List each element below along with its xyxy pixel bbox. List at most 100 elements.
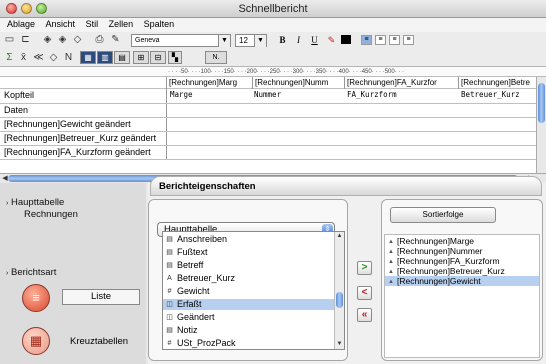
add-sort-field-button[interactable]: > [357, 261, 372, 275]
report-row-betreuer[interactable]: [Rechnungen]Betreuer_Kurz geändert [0, 132, 536, 146]
list-item[interactable]: ◫ Geändert [163, 312, 334, 323]
underline-button[interactable]: U [308, 34, 321, 46]
list-item[interactable]: ▲ [Rechnungen]Nummer [385, 246, 539, 256]
scroll-thumb[interactable] [336, 292, 343, 308]
ascending-icon[interactable]: ▲ [388, 267, 394, 276]
column-header[interactable]: [Rechnungen]Marg [166, 77, 252, 89]
insert-row-icon[interactable]: ⊞ [133, 51, 149, 64]
style-a-icon[interactable]: ▚ [168, 51, 182, 64]
list-item[interactable]: ▤ Notiz [163, 325, 334, 336]
date-field-icon: ◫ [166, 314, 173, 321]
menu-spalten[interactable]: Spalten [140, 18, 179, 29]
sort-order-box: Sortierfolge ▲ [Rechnungen]Marge ▲ [Rechnun… [381, 199, 543, 361]
min-icon[interactable]: ≪ [32, 52, 45, 64]
field-label: Geändert [177, 312, 215, 322]
view-table-icon[interactable]: ▤ [114, 51, 130, 64]
report-cell[interactable]: FA_Kurzform [347, 90, 397, 99]
save-as-icon[interactable]: ◈ [56, 34, 69, 46]
column-header[interactable]: [Rechnungen]Numm [252, 77, 344, 89]
sort-field-label: [Rechnungen]Gewicht [397, 276, 481, 286]
list-item[interactable]: # USt_ProzPack [163, 338, 334, 349]
sum-icon[interactable]: Σ [3, 52, 16, 64]
kreuztabellen-label[interactable]: Kreuztabellen [70, 336, 128, 347]
list-item[interactable]: A Betreuer_Kurz [163, 273, 334, 284]
field-label: USt_ProzPack [177, 338, 236, 348]
disclosure-icon[interactable]: › [6, 200, 8, 207]
scroll-up-icon[interactable]: ▲ [335, 232, 344, 240]
font-select[interactable]: Geneva ▼ [131, 34, 231, 47]
print-preview-icon[interactable]: ⎙ [93, 34, 106, 46]
column-header[interactable]: [Rechnungen]Betre [458, 77, 536, 89]
report-cell[interactable]: Nummer [254, 90, 281, 99]
sort-field-label: [Rechnungen]Marge [397, 236, 475, 246]
field-list-scrollbar[interactable]: ▲ ▼ [334, 232, 344, 349]
align-justify-button[interactable]: ≡ [403, 35, 414, 45]
align-left-button[interactable]: ≡ [361, 35, 372, 45]
field-label: Anschreiben [177, 234, 228, 244]
new-document-icon[interactable]: ▭ [3, 34, 16, 46]
list-item[interactable]: ◫ Erfaßt [163, 299, 334, 310]
report-row-gewicht[interactable]: [Rechnungen]Gewicht geändert [0, 118, 536, 132]
row-label: [Rechnungen]Gewicht geändert [4, 119, 131, 129]
list-item[interactable]: ▤ Anschreiben [163, 234, 334, 245]
bold-button[interactable]: B [276, 34, 289, 46]
report-cell[interactable]: Marge [170, 90, 193, 99]
print-icon[interactable]: ✎ [109, 34, 122, 46]
menu-ansicht[interactable]: Ansicht [42, 18, 80, 29]
field-label: Betreff [177, 260, 204, 270]
sort-order-list[interactable]: ▲ [Rechnungen]Marge ▲ [Rechnungen]Nummer ▲ [R… [384, 234, 540, 358]
field-list[interactable]: ▤ Anschreiben ▤ Fußtext ▤ Betreff A Betreuer_Ku… [162, 231, 345, 350]
haupttabelle-heading: › Haupttabelle [6, 197, 64, 208]
count-icon[interactable]: N [62, 52, 75, 64]
row-separator [166, 146, 167, 159]
remove-all-sort-fields-button[interactable]: « [357, 308, 372, 322]
pen-color-icon[interactable]: ✎ [325, 34, 338, 46]
row-label: [Rechnungen]Betreuer_Kurz geändert [4, 133, 157, 143]
list-item[interactable]: ▤ Betreff [163, 260, 334, 271]
ascending-icon[interactable]: ▲ [388, 247, 394, 256]
report-vertical-scrollbar[interactable] [536, 77, 546, 173]
menu-zellen[interactable]: Zellen [105, 18, 138, 29]
liste-report-button[interactable]: ≡ [22, 284, 50, 312]
liste-label[interactable]: Liste [62, 289, 140, 305]
list-item[interactable]: ▲ [Rechnungen]FA_Kurzform [385, 256, 539, 266]
ascending-icon[interactable]: ▲ [388, 237, 394, 246]
list-item[interactable]: ▲ [Rechnungen]Marge [385, 236, 539, 246]
italic-button[interactable]: I [292, 34, 305, 46]
list-item[interactable]: ▤ Fußtext [163, 247, 334, 258]
style-sample-icon[interactable]: N. [205, 51, 227, 64]
alpha-field-icon: A [167, 275, 172, 282]
insert-column-icon[interactable]: ⊟ [150, 51, 166, 64]
menu-ablage[interactable]: Ablage [3, 18, 39, 29]
report-cell[interactable]: Betreuer_Kurz [461, 90, 520, 99]
menu-stil[interactable]: Stil [82, 18, 103, 29]
column-header[interactable]: [Rechnungen]FA_Kurzfor [344, 77, 458, 89]
report-row-fa-kurzform[interactable]: [Rechnungen]FA_Kurzform geändert [0, 146, 536, 160]
average-icon[interactable]: x̄ [17, 52, 30, 64]
view-grid-icon[interactable]: ▦ [80, 51, 96, 64]
haupttabelle-label: Haupttabelle [10, 197, 65, 208]
max-icon[interactable]: ◇ [47, 52, 60, 64]
list-item[interactable]: ▲ [Rechnungen]Gewicht [385, 276, 539, 286]
scroll-down-icon[interactable]: ▼ [335, 340, 344, 348]
align-right-button[interactable]: ≡ [389, 35, 400, 45]
number-field-icon: # [167, 340, 172, 347]
view-columns-icon[interactable]: ▥ [97, 51, 113, 64]
save-icon[interactable]: ◈ [41, 34, 54, 46]
remove-sort-field-button[interactable]: < [357, 286, 372, 300]
list-item[interactable]: # Gewicht [163, 286, 334, 297]
report-row-kopfteil[interactable]: Kopfteil Marge Nummer FA_Kurzform Betreu… [0, 89, 536, 104]
ascending-icon[interactable]: ▲ [388, 257, 394, 266]
align-center-button[interactable]: ≡ [375, 35, 386, 45]
ascending-icon[interactable]: ▲ [388, 277, 394, 286]
fill-color-swatch[interactable] [339, 34, 352, 46]
export-icon[interactable]: ◇ [71, 34, 84, 46]
disclosure-icon[interactable]: › [6, 270, 8, 277]
report-row-daten[interactable]: Daten [0, 104, 536, 118]
open-folder-icon[interactable]: ⊏ [19, 34, 32, 46]
ruler: · · · ·50· · · ·100· · · ·150· · · ·200·… [168, 67, 546, 77]
list-item[interactable]: ▲ [Rechnungen]Betreuer_Kurz [385, 266, 539, 276]
kreuztabellen-report-button[interactable]: ▦ [22, 327, 50, 355]
scroll-thumb[interactable] [538, 83, 545, 123]
size-select[interactable]: 12 ▼ [235, 34, 267, 47]
